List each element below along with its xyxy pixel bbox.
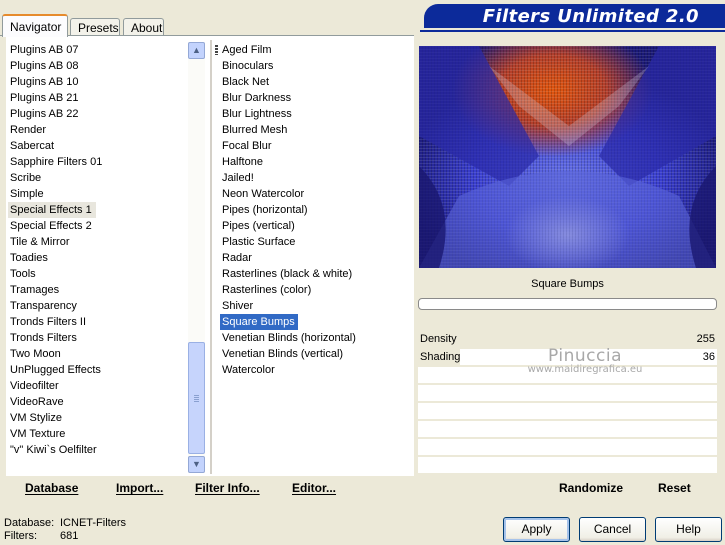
filter-item[interactable]: Black Net [220, 74, 410, 90]
category-item[interactable]: Special Effects 2 [8, 218, 188, 234]
filter-item[interactable]: Focal Blur [220, 138, 410, 154]
category-item[interactable]: VM Texture [8, 426, 188, 442]
status-filters-label: Filters: [4, 530, 37, 542]
category-list[interactable]: Plugins AB 07 Plugins AB 08 Plugins AB 10 P… [8, 42, 188, 458]
param-value: 255 [696, 333, 715, 345]
category-item[interactable]: Plugins AB 10 [8, 74, 188, 90]
category-item[interactable]: Plugins AB 21 [8, 90, 188, 106]
left-toolbar: Database Import... Filter Info... Editor… [6, 476, 414, 500]
param-row[interactable]: Density 255 [418, 331, 717, 347]
param-value: 36 [702, 351, 715, 363]
title-banner: Filters Unlimited 2.0 [424, 4, 725, 28]
category-item[interactable]: Tile & Mirror [8, 234, 188, 250]
status-database-value: ICNET-Filters [60, 517, 126, 529]
param-row-empty [418, 403, 717, 419]
category-item[interactable]: Two Moon [8, 346, 188, 362]
scroll-down-button[interactable]: ▼ [188, 456, 205, 473]
watermark-name: Pinuccia [548, 346, 622, 366]
filter-item[interactable]: Rasterlines (color) [220, 282, 410, 298]
status-filters-value: 681 [60, 530, 79, 542]
randomize-button[interactable]: Randomize [559, 481, 623, 495]
filter-item[interactable]: Shiver [220, 298, 410, 314]
filter-item[interactable]: Neon Watercolor [220, 186, 410, 202]
category-item[interactable]: Plugins AB 22 [8, 106, 188, 122]
category-item[interactable]: Plugins AB 07 [8, 42, 188, 58]
filter-item[interactable]: Aged Film [220, 42, 410, 58]
param-row-empty [418, 385, 717, 401]
param-label: Density [420, 333, 457, 345]
help-button[interactable]: Help [655, 517, 722, 542]
filter-item[interactable]: Radar [220, 250, 410, 266]
filter-item[interactable]: Square Bumps [220, 314, 298, 330]
category-item[interactable]: Simple [8, 186, 188, 202]
category-item[interactable]: Videofilter [8, 378, 188, 394]
category-item[interactable]: Tools [8, 266, 188, 282]
category-item[interactable]: Plugins AB 08 [8, 58, 188, 74]
filter-item[interactable]: Blur Lightness [220, 106, 410, 122]
filter-item[interactable]: Plastic Surface [220, 234, 410, 250]
param-row-empty [418, 439, 717, 455]
category-item[interactable]: Render [8, 122, 188, 138]
param-row-empty [418, 421, 717, 437]
preview-filter-name: Square Bumps [531, 278, 604, 290]
filter-item[interactable]: Watercolor [220, 362, 410, 378]
filter-item[interactable]: Pipes (vertical) [220, 218, 410, 234]
filter-item[interactable]: Venetian Blinds (horizontal) [220, 330, 410, 346]
status-area: Database: ICNET-Filters Filters: 681 [4, 517, 126, 543]
banner-title: Filters Unlimited 2.0 [482, 6, 699, 27]
param-row-empty [418, 457, 717, 473]
category-item[interactable]: Scribe [8, 170, 188, 186]
filter-item[interactable]: Blurred Mesh [220, 122, 410, 138]
category-item[interactable]: Toadies [8, 250, 188, 266]
progress-bar [418, 298, 717, 310]
category-item[interactable]: VM Stylize [8, 410, 188, 426]
apply-button[interactable]: Apply [503, 517, 570, 542]
category-item[interactable]: VideoRave [8, 394, 188, 410]
filter-item[interactable]: Rasterlines (black & white) [220, 266, 410, 282]
category-item[interactable]: UnPlugged Effects [8, 362, 188, 378]
filter-info-button[interactable]: Filter Info... [195, 481, 260, 495]
cancel-button[interactable]: Cancel [579, 517, 646, 542]
category-item[interactable]: Transparency [8, 298, 188, 314]
category-item[interactable]: Tronds Filters II [8, 314, 188, 330]
category-scrollbar[interactable]: ▲ ▼ [188, 42, 205, 473]
param-label: Shading [420, 351, 461, 363]
right-toolbar: Randomize Reset [418, 476, 717, 500]
status-database-label: Database: [4, 517, 55, 529]
preview-image[interactable] [419, 46, 716, 268]
import-button[interactable]: Import... [116, 481, 163, 495]
filter-item[interactable]: Jailed! [220, 170, 410, 186]
category-item[interactable]: Sabercat [8, 138, 188, 154]
filter-item[interactable]: Blur Darkness [220, 90, 410, 106]
filter-item[interactable]: Pipes (horizontal) [220, 202, 410, 218]
watermark: Pinuccia www.maidiregrafica.eu [515, 346, 655, 375]
watermark-url: www.maidiregrafica.eu [527, 364, 643, 375]
drag-grip-icon [215, 45, 218, 55]
scroll-up-button[interactable]: ▲ [188, 42, 205, 59]
category-item[interactable]: Sapphire Filters 01 [8, 154, 188, 170]
filter-item[interactable]: Halftone [220, 154, 410, 170]
reset-button[interactable]: Reset [658, 481, 691, 495]
editor-button[interactable]: Editor... [292, 481, 336, 495]
banner-rule [420, 30, 725, 32]
category-item[interactable]: Tramages [8, 282, 188, 298]
filter-item[interactable]: Venetian Blinds (vertical) [220, 346, 410, 362]
database-button[interactable]: Database [25, 481, 78, 495]
list-divider [210, 40, 212, 474]
scroll-thumb[interactable] [188, 342, 205, 454]
tab-navigator[interactable]: Navigator [2, 14, 68, 37]
category-item[interactable]: "v" Kiwi`s Oelfilter [8, 442, 188, 458]
filter-list[interactable]: Aged Film Binoculars Black Net Blur Darknes… [220, 42, 410, 378]
category-item[interactable]: Tronds Filters [8, 330, 188, 346]
category-item[interactable]: Special Effects 1 [8, 202, 96, 218]
filter-item[interactable]: Binoculars [220, 58, 410, 74]
param-slider-fill [418, 331, 717, 347]
